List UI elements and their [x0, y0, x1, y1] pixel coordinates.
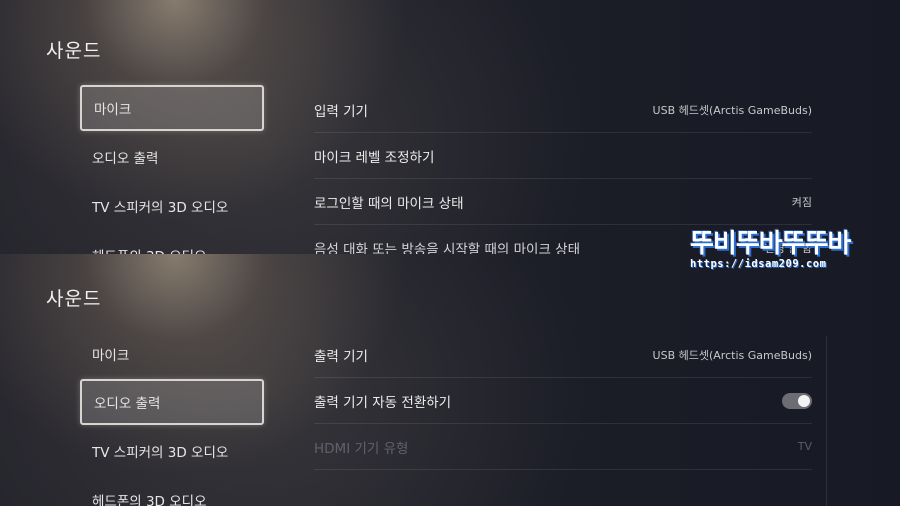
row-label: 출력 기기 자동 전환하기 [314, 394, 452, 411]
row-value: USB 헤드셋(Arctis GameBuds) [652, 103, 812, 117]
sidebar-item-headphone-3d-audio[interactable]: 헤드폰의 3D 오디오 [80, 477, 264, 506]
row-label: 입력 기기 [314, 103, 368, 120]
row-label: 로그인할 때의 마이크 상태 [314, 195, 464, 212]
sidebar-item-tv-3d-audio[interactable]: TV 스피커의 3D 오디오 [80, 183, 264, 229]
row-label: HDMI 기기 유형 [314, 440, 409, 457]
settings-row-output-device[interactable]: 출력 기기 USB 헤드셋(Arctis GameBuds) [314, 332, 812, 378]
auto-switch-toggle[interactable] [782, 392, 812, 409]
settings-row-mic-level[interactable]: 마이크 레벨 조정하기 [314, 133, 812, 179]
settings-row-auto-switch-output[interactable]: 출력 기기 자동 전환하기 [314, 378, 812, 424]
settings-row-login-mic-status[interactable]: 로그인할 때의 마이크 상태 켜짐 [314, 179, 812, 225]
sidebar-item-tv-3d-audio[interactable]: TV 스피커의 3D 오디오 [80, 428, 264, 474]
sidebar-item-mic[interactable]: 마이크 [80, 331, 264, 377]
sound-settings-mic-panel: 사운드 마이크 오디오 출력 TV 스피커의 3D 오디오 헤드폰의 3D 오디… [0, 0, 900, 254]
row-value: USB 헤드셋(Arctis GameBuds) [652, 348, 812, 362]
row-value: 켜짐 [791, 195, 812, 209]
sidebar-item-headphone-3d-audio[interactable]: 헤드폰의 3D 오디오 [80, 232, 264, 254]
sound-settings-audio-output-panel: 사운드 마이크 오디오 출력 TV 스피커의 3D 오디오 헤드폰의 3D 오디… [0, 254, 900, 506]
settings-row-hdmi-device-type: HDMI 기기 유형 TV [314, 424, 812, 470]
sidebar-item-audio-output[interactable]: 오디오 출력 [80, 134, 264, 180]
page-title: 사운드 [46, 40, 102, 62]
page-title: 사운드 [46, 288, 102, 310]
row-value: TV [797, 440, 812, 453]
row-label: 음성 대화 또는 방송을 시작할 때의 마이크 상태 [314, 241, 581, 255]
toggle-knob [798, 394, 810, 407]
row-label: 마이크 레벨 조정하기 [314, 149, 435, 166]
settings-row-input-device[interactable]: 입력 기기 USB 헤드셋(Arctis GameBuds) [314, 87, 812, 133]
watermark: 뚜비뚜바뚜뚜바 https://idsam209.com [690, 223, 870, 270]
sidebar-item-audio-output[interactable]: 오디오 출력 [80, 379, 264, 425]
watermark-logo: 뚜비뚜바뚜뚜바 [690, 229, 851, 259]
sidebar-item-mic[interactable]: 마이크 [80, 85, 264, 131]
row-label: 출력 기기 [314, 348, 368, 365]
scrollbar-track[interactable] [826, 336, 827, 506]
